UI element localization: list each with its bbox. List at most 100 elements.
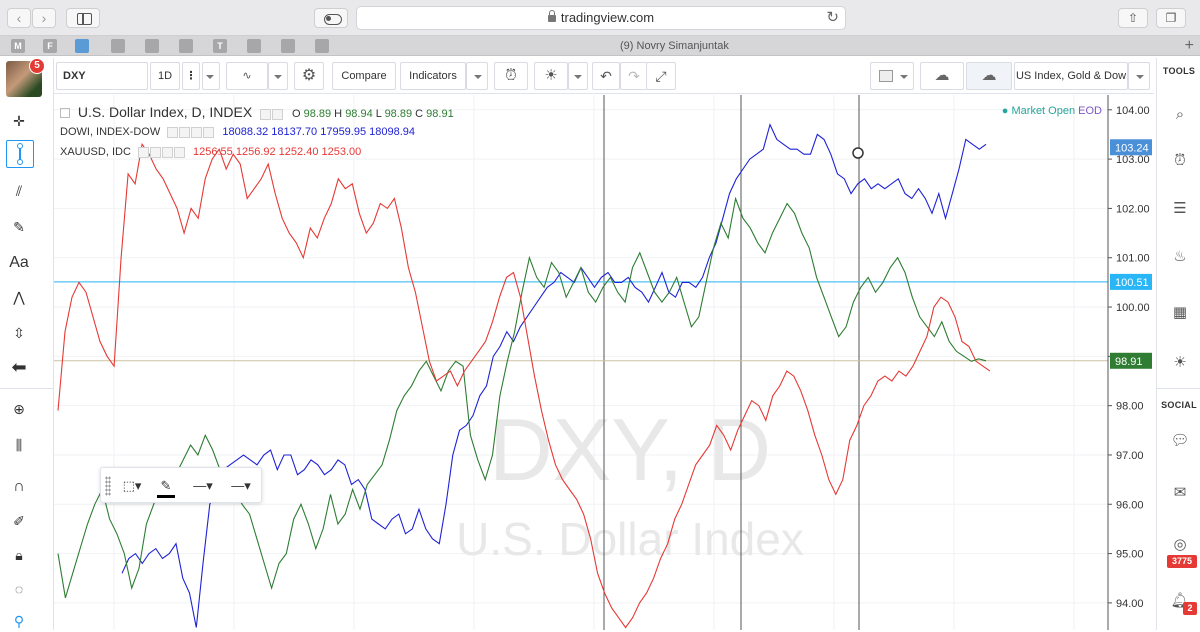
address-bar[interactable]: tradingview.com ↻ [356, 6, 846, 30]
measure-tool-icon[interactable]: ⇳ [8, 322, 30, 344]
legend-c-label: C [415, 108, 424, 120]
indicators-button[interactable]: Indicators [400, 62, 466, 90]
symbol-search-input[interactable]: DXY [56, 62, 148, 90]
chat-icon[interactable]: 💬︎ [1169, 430, 1191, 452]
legend-dowi-name[interactable]: DOWI, INDEX-DOW [60, 126, 160, 138]
chart-style-dropdown[interactable] [268, 62, 288, 90]
favicon-tradingview-4[interactable] [179, 39, 193, 53]
private-chat-icon[interactable]: ✉ [1169, 482, 1191, 504]
tab-bar: M F T (9) Novry Simanjuntak + [0, 36, 1200, 56]
interval-button[interactable]: 1D [150, 62, 180, 90]
text-tool-icon[interactable]: Aa [8, 252, 30, 274]
favicon-medium[interactable]: M [11, 39, 25, 53]
share-icon[interactable]: ⇧ [1118, 8, 1148, 28]
line-style-dropdown[interactable]: —▾ [223, 476, 259, 496]
market-status: ● Market Open EOD [1001, 105, 1102, 117]
redo-icon[interactable]: ↷ [620, 62, 648, 90]
legend-close: 98.91 [426, 108, 454, 120]
legend-l-label: L [375, 108, 382, 120]
cloud-download-icon[interactable]: ☁ [920, 62, 964, 90]
favicon-tradingview[interactable] [75, 39, 89, 53]
legend-main-buttons[interactable] [260, 106, 284, 121]
price-chart[interactable]: DXY, D U.S. Dollar Index 104.00 103.00 102… [54, 95, 1154, 630]
legend-high: 98.94 [345, 108, 373, 120]
reload-icon[interactable]: ↻ [826, 9, 839, 27]
cloud-upload-icon[interactable]: ☁ [966, 62, 1012, 90]
streams-count-badge: 3775 [1167, 555, 1197, 568]
favicon-tradingview-2[interactable] [111, 39, 125, 53]
line-color-icon[interactable]: ✎ [153, 476, 179, 498]
legend-dowi-buttons[interactable] [167, 125, 215, 139]
line-width-dropdown[interactable]: —▾ [185, 476, 221, 496]
favicon-facebook-4[interactable] [315, 39, 329, 53]
chart-toolbar: DXY 1D ⋮ ∿ ⚙ Compare Indicators ⏰︎ ☀ ↶ ↷… [54, 58, 1154, 94]
chart-layout-name[interactable]: US Index, Gold & Dow [1014, 62, 1128, 90]
stay-in-drawing-mode-icon[interactable]: ✐ [8, 510, 30, 532]
trend-line-tool-icon[interactable] [6, 140, 34, 168]
legend-xauusd-name[interactable]: XAUUSD, IDC [60, 146, 131, 158]
legend-xauusd-values: 1256.55 1256.92 1252.40 1253.00 [193, 146, 362, 158]
layout-dropdown[interactable] [1128, 62, 1150, 90]
pattern-tool-icon[interactable]: ⋀ [8, 286, 30, 308]
link-icon[interactable]: ⚲ [8, 610, 30, 632]
arrow-left-icon[interactable]: ⬅ [8, 356, 30, 378]
undo-icon[interactable]: ↶ [592, 62, 620, 90]
drawing-anchor-handle[interactable] [852, 147, 864, 159]
alert-clock-icon[interactable]: ⏰︎ [494, 62, 528, 90]
watermark-symbol: DXY, D [489, 400, 771, 499]
data-window-icon[interactable]: ☰ [1169, 198, 1191, 220]
collapse-legend-icon[interactable] [60, 108, 70, 119]
lightbulb-icon[interactable]: ☀ [534, 62, 568, 90]
watchlist-search-icon[interactable]: ⌕ [1169, 104, 1191, 126]
favicon-facebook[interactable]: F [43, 39, 57, 53]
more-intervals-icon[interactable]: ⋮ [182, 62, 200, 90]
legend-xauusd-buttons[interactable] [137, 145, 186, 159]
axis-tick-label: 95.00 [1116, 549, 1144, 561]
favicon-tradingview-3[interactable] [145, 39, 159, 53]
legend-low: 98.89 [384, 108, 413, 120]
crosshair-icon[interactable]: ✛ [8, 110, 30, 132]
fullscreen-icon[interactable]: ⤢ [646, 62, 676, 90]
legend-main-name[interactable]: U.S. Dollar Index, D, INDEX [78, 104, 252, 120]
axis-tick-label: 96.00 [1116, 499, 1144, 511]
hotlist-flame-icon[interactable]: ♨ [1169, 246, 1191, 268]
new-tab-button[interactable]: + [1185, 36, 1194, 55]
active-tab-title[interactable]: (9) Novry Simanjuntak [620, 36, 920, 56]
alerts-clock-icon[interactable]: ⏰︎ [1169, 150, 1191, 172]
notification-badge: 5 [29, 58, 45, 74]
reader-toggle-icon[interactable] [314, 8, 348, 28]
streams-icon[interactable]: ◎ [1169, 534, 1191, 556]
favicon-facebook-3[interactable] [281, 39, 295, 53]
favicon-t[interactable]: T [213, 39, 227, 53]
hide-drawings-icon[interactable]: ◌ [8, 578, 30, 600]
template-icon[interactable]: ⬚▾ [117, 476, 147, 496]
indicators-dropdown[interactable] [466, 62, 488, 90]
chart-pane[interactable]: DXY, D U.S. Dollar Index 104.00 103.00 102… [54, 95, 1154, 630]
tabs-overview-icon[interactable]: ❐ [1156, 8, 1186, 28]
forward-button[interactable]: › [32, 8, 56, 28]
magnet-icon[interactable]: ∩ [8, 476, 30, 498]
legend-dowi-values: 18088.32 18137.70 17959.95 18098.94 [222, 126, 416, 138]
ideas-dropdown[interactable] [568, 62, 588, 90]
favicon-facebook-2[interactable] [247, 39, 261, 53]
legend-xauusd: XAUUSD, IDC 1256.55 1256.92 1252.40 1253… [60, 145, 361, 159]
price-label: 98.91 [1115, 356, 1143, 368]
lock-drawings-icon[interactable]: 🔒︎ [8, 544, 30, 566]
gear-icon[interactable]: ⚙ [294, 62, 324, 90]
zoom-in-icon[interactable]: ⊕ [8, 398, 30, 420]
axis-tick-label: 97.00 [1116, 450, 1144, 462]
drag-grip-icon[interactable] [105, 476, 111, 496]
ideas-lightbulb-icon[interactable]: ☀ [1169, 352, 1191, 374]
axis-tick-label: 103.00 [1116, 154, 1150, 166]
back-button[interactable]: ‹ [7, 8, 31, 28]
compare-button[interactable]: Compare [332, 62, 396, 90]
interval-dropdown[interactable] [202, 62, 220, 90]
calendar-icon[interactable]: ▦ [1169, 302, 1191, 324]
tools-divider [0, 388, 54, 389]
brush-icon[interactable]: ✎ [8, 216, 30, 238]
sidebar-toggle-icon[interactable] [66, 8, 100, 28]
bars-pattern-icon[interactable]: ⫼ [8, 434, 30, 456]
chart-style-icon[interactable]: ∿ [226, 62, 268, 90]
color-theme-button[interactable] [870, 62, 914, 90]
fib-retracement-icon[interactable]: ⫽ [8, 180, 30, 202]
